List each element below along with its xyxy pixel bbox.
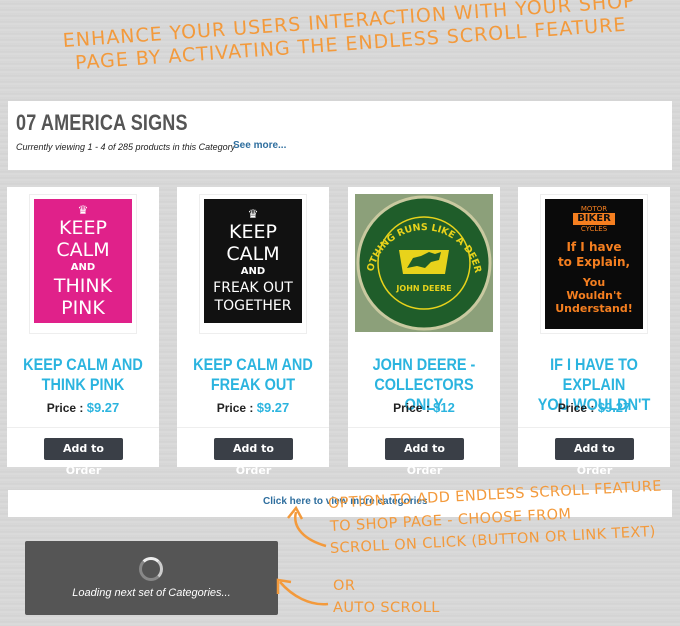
sign-text: to Explain, bbox=[557, 255, 631, 269]
sign-text: You bbox=[582, 276, 606, 289]
product-title-line: FREAK OUT bbox=[210, 375, 296, 394]
sign-text: AND bbox=[70, 262, 96, 273]
loading-indicator: Loading next set of Categories... bbox=[25, 541, 278, 615]
sign-text: KEEP bbox=[229, 221, 277, 243]
crown-icon: ♛ bbox=[77, 203, 89, 217]
sign-text: Wouldn't bbox=[566, 289, 622, 302]
product-title-line: THINK PINK bbox=[41, 375, 125, 394]
option-line-5: AUTO SCROLL bbox=[333, 600, 440, 616]
see-more-link[interactable]: See more... bbox=[233, 140, 286, 151]
sign-brand-text: BIKER bbox=[573, 213, 615, 225]
product-card: MOTOR BIKER CYCLES If I have to Explain,… bbox=[518, 187, 670, 477]
arrowhead-icon bbox=[276, 578, 292, 594]
divider bbox=[518, 427, 670, 428]
product-image[interactable]: ♛ KEEP CALM AND FREAK OUT TOGETHER bbox=[199, 194, 307, 334]
product-title-line: JOHN DEERE - bbox=[372, 355, 476, 374]
price-label: Price : bbox=[46, 401, 84, 415]
product-title-line: KEEP CALM AND bbox=[23, 355, 143, 374]
product-title[interactable]: KEEP CALM AND THINK PINK bbox=[18, 355, 147, 395]
product-card: ♛ KEEP CALM AND FREAK OUT TOGETHER KEEP … bbox=[177, 187, 329, 477]
price-row: Price : $9.27 bbox=[518, 400, 670, 415]
sign-text: Understand! bbox=[555, 302, 633, 315]
category-header: 07 AMERICA SIGNS Currently viewing 1 - 4… bbox=[8, 101, 672, 170]
price-label: Price : bbox=[393, 401, 430, 415]
arrow-to-link bbox=[294, 511, 327, 548]
sign-brand-text: JOHN DEERE bbox=[395, 284, 451, 293]
add-to-order-button[interactable]: Add to Order bbox=[555, 438, 634, 477]
price-label: Price : bbox=[557, 401, 595, 415]
sign-text: TOGETHER bbox=[214, 298, 292, 314]
sign-text: CYCLES bbox=[580, 225, 608, 233]
sign-text: CALM bbox=[56, 239, 110, 261]
price-value: $12 bbox=[433, 400, 455, 415]
product-image[interactable]: MOTOR BIKER CYCLES If I have to Explain,… bbox=[540, 194, 648, 334]
loading-text: Loading next set of Categories... bbox=[72, 587, 231, 599]
spinner-icon bbox=[139, 557, 163, 581]
price-value: $9.27 bbox=[86, 400, 120, 415]
category-count-text: Currently viewing 1 - 4 of 285 products … bbox=[16, 142, 236, 152]
sign-text: AND bbox=[240, 266, 266, 277]
product-card: NOTHING RUNS LIKE A DEERE JOHN DEERE JOH… bbox=[348, 186, 500, 477]
sign-text: CALM bbox=[226, 243, 280, 265]
product-title-line: IF I HAVE TO EXPLAIN bbox=[550, 355, 638, 394]
sign-text: PINK bbox=[61, 297, 105, 319]
product-title-line: KEEP CALM AND bbox=[193, 355, 313, 374]
category-title: 07 AMERICA SIGNS bbox=[16, 110, 188, 135]
divider bbox=[177, 427, 329, 428]
price-value: $9.27 bbox=[597, 400, 631, 415]
add-to-order-button[interactable]: Add to Order bbox=[214, 438, 293, 477]
product-card: ♛ KEEP CALM AND THINK PINK KEEP CALM AND… bbox=[7, 187, 159, 477]
sign-text: MOTOR bbox=[580, 205, 608, 213]
divider bbox=[348, 427, 500, 428]
john-deere-sign-graphic: NOTHING RUNS LIKE A DEERE JOHN DEERE bbox=[351, 186, 492, 331]
sign-text: If I have bbox=[566, 240, 622, 254]
price-row: Price : $9.27 bbox=[7, 400, 159, 415]
arrow-to-loader bbox=[279, 581, 329, 606]
add-to-order-button[interactable]: Add to Order bbox=[385, 438, 464, 477]
option-line-4: OR bbox=[333, 578, 356, 594]
sign-text: THINK bbox=[53, 275, 113, 297]
product-image[interactable]: NOTHING RUNS LIKE A DEERE JOHN DEERE bbox=[351, 186, 493, 332]
promo-annotation: ENHANCE YOUR USERS INTERACTION WITH YOUR… bbox=[29, 0, 671, 78]
add-to-order-button[interactable]: Add to Order bbox=[44, 438, 123, 477]
price-label: Price : bbox=[216, 401, 254, 415]
price-value: $9.27 bbox=[256, 400, 290, 415]
divider bbox=[7, 427, 159, 428]
price-row: Price : $9.27 bbox=[177, 400, 329, 415]
crown-icon: ♛ bbox=[247, 207, 259, 221]
product-title[interactable]: KEEP CALM AND FREAK OUT bbox=[188, 355, 317, 395]
sign-text: KEEP bbox=[59, 217, 107, 239]
price-row: Price : $12 bbox=[348, 400, 500, 415]
sign-text: FREAK OUT bbox=[213, 280, 293, 296]
product-image[interactable]: ♛ KEEP CALM AND THINK PINK bbox=[29, 194, 137, 334]
